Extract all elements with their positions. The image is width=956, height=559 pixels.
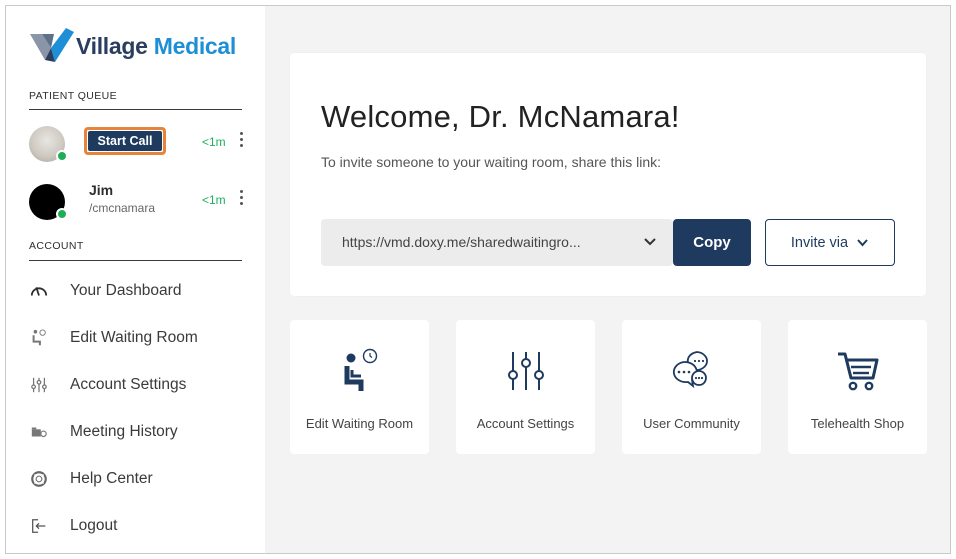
section-divider [29, 109, 242, 110]
tile-telehealth-shop[interactable]: Telehealth Shop [788, 320, 927, 454]
nav-label: Logout [70, 517, 118, 534]
brand-name: Village Medical [76, 32, 236, 59]
nav-account-settings[interactable]: Account Settings [29, 370, 244, 400]
sidebar: Village Medical PATIENT QUEUE Start Call… [6, 6, 265, 553]
wait-time: <1m [202, 135, 226, 149]
chevron-down-icon [857, 238, 868, 246]
app-window: Village Medical PATIENT QUEUE Start Call… [5, 5, 951, 554]
online-status-dot [56, 150, 68, 162]
page-title: Welcome, Dr. McNamara! [321, 99, 680, 134]
chat-bubbles-icon [622, 348, 761, 394]
start-call-label: Start Call [88, 131, 162, 151]
nav-your-dashboard[interactable]: Your Dashboard [29, 276, 244, 306]
nav-logout[interactable]: Logout [29, 511, 244, 541]
invite-via-button[interactable]: Invite via [765, 219, 895, 266]
tile-label: Edit Waiting Room [305, 416, 414, 431]
logout-icon [29, 516, 49, 536]
tile-user-community[interactable]: User Community [622, 320, 761, 454]
chevron-down-icon [644, 238, 656, 246]
nav-label: Account Settings [70, 376, 187, 393]
village-medical-logo-icon [30, 28, 74, 62]
waiting-room-chair-icon [290, 348, 429, 394]
tile-account-settings[interactable]: Account Settings [456, 320, 595, 454]
copy-label: Copy [693, 234, 731, 251]
tile-label: User Community [643, 416, 740, 431]
lifebuoy-icon [29, 469, 49, 489]
account-heading: ACCOUNT [29, 240, 84, 252]
shopping-cart-icon [788, 348, 927, 394]
nav-help-center[interactable]: Help Center [29, 464, 244, 494]
patient-queue-heading: PATIENT QUEUE [29, 90, 118, 102]
tile-label: Account Settings [476, 416, 575, 431]
brand-logo: Village Medical [28, 26, 236, 66]
nav-label: Edit Waiting Room [70, 329, 198, 346]
more-options-icon[interactable] [235, 129, 247, 153]
nav-label: Meeting History [70, 423, 178, 440]
patient-handle: /cmcnamara [89, 201, 156, 215]
wait-time: <1m [202, 193, 226, 207]
patient-name: Jim [89, 182, 114, 198]
more-options-icon[interactable] [235, 187, 247, 211]
invite-instructions: To invite someone to your waiting room, … [321, 154, 662, 170]
sliders-icon [456, 348, 595, 394]
copy-link-button[interactable]: Copy [673, 219, 751, 266]
start-call-button[interactable]: Start Call [84, 127, 166, 155]
waiting-room-chair-icon [29, 328, 49, 348]
queue-item: Jim /cmcnamara <1m [29, 182, 249, 222]
invite-label: Invite via [790, 234, 849, 251]
tile-edit-waiting-room[interactable]: Edit Waiting Room [290, 320, 429, 454]
nav-edit-waiting-room[interactable]: Edit Waiting Room [29, 323, 244, 353]
dashboard-gauge-icon [29, 281, 49, 301]
tile-label: Telehealth Shop [810, 416, 905, 431]
camera-history-icon [29, 422, 49, 442]
nav-label: Your Dashboard [70, 282, 182, 299]
section-divider [29, 260, 242, 261]
welcome-card: Welcome, Dr. McNamara! To invite someone… [290, 53, 926, 296]
nav-label: Help Center [70, 470, 153, 487]
waiting-room-link-select[interactable]: https://vmd.doxy.me/sharedwaitingro... [321, 219, 673, 266]
queue-item: Start Call <1m [29, 124, 249, 164]
online-status-dot [56, 208, 68, 220]
nav-meeting-history[interactable]: Meeting History [29, 417, 244, 447]
waiting-room-link: https://vmd.doxy.me/sharedwaitingro... [342, 234, 581, 250]
sliders-icon [29, 375, 49, 395]
